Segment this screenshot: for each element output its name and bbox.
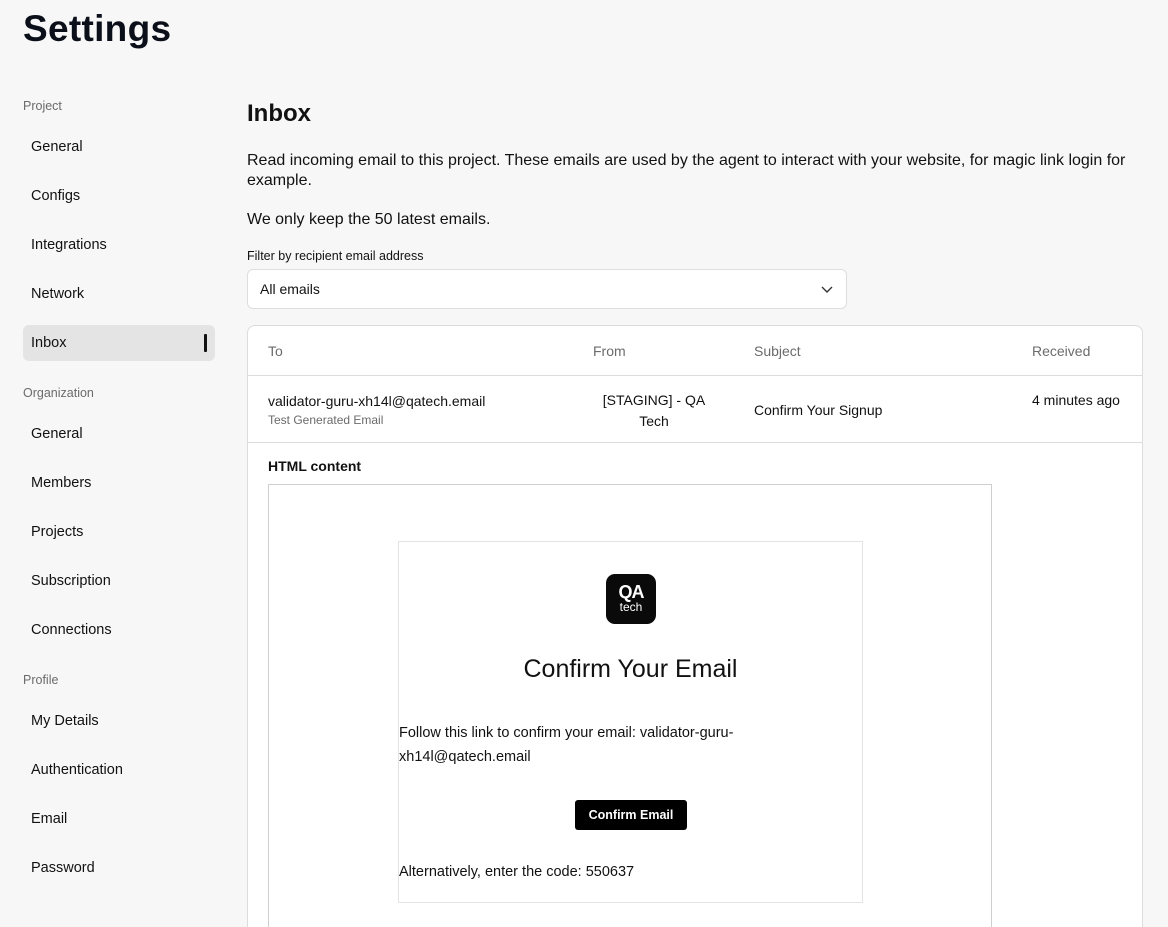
column-header-received: Received bbox=[1032, 343, 1091, 359]
row-received: 4 minutes ago bbox=[1032, 392, 1120, 408]
sidebar-group-organization: Organization General Members Projects Su… bbox=[23, 383, 215, 648]
row-subject: Confirm Your Signup bbox=[754, 402, 883, 418]
html-content-preview: QA tech Confirm Your Email Follow this l… bbox=[268, 484, 992, 927]
column-header-to: To bbox=[268, 343, 283, 359]
chevron-down-icon bbox=[821, 286, 833, 293]
settings-sidebar: Project General Configs Integrations Net… bbox=[23, 96, 215, 886]
sidebar-item-integrations[interactable]: Integrations bbox=[23, 227, 215, 263]
email-body-text: Follow this link to confirm your email: … bbox=[399, 725, 734, 765]
sidebar-item-org-general[interactable]: General bbox=[23, 416, 215, 452]
retention-note: We only keep the 50 latest emails. bbox=[247, 211, 491, 228]
sidebar-item-authentication[interactable]: Authentication bbox=[23, 752, 215, 788]
qa-tech-logo: QA tech bbox=[606, 574, 656, 624]
email-card: QA tech Confirm Your Email Follow this l… bbox=[398, 541, 863, 903]
row-from: [STAGING] - QA Tech bbox=[602, 392, 706, 429]
sidebar-item-email[interactable]: Email bbox=[23, 801, 215, 837]
sidebar-item-projects[interactable]: Projects bbox=[23, 514, 215, 550]
row-to-address: validator-guru-xh14l@qatech.email bbox=[268, 393, 486, 409]
filter-label: Filter by recipient email address bbox=[247, 249, 424, 263]
sidebar-item-password[interactable]: Password bbox=[23, 850, 215, 886]
email-table: To From Subject Received validator-guru-… bbox=[247, 325, 1143, 927]
inbox-description: Read incoming email to this project. The… bbox=[247, 152, 1126, 189]
page-title: Settings bbox=[23, 8, 172, 49]
section-label-profile: Profile bbox=[23, 673, 59, 687]
sidebar-item-configs[interactable]: Configs bbox=[23, 178, 215, 214]
logo-text-tech: tech bbox=[619, 600, 643, 614]
section-label-project: Project bbox=[23, 99, 62, 113]
sidebar-item-inbox[interactable]: Inbox bbox=[23, 325, 215, 361]
sidebar-item-network[interactable]: Network bbox=[23, 276, 215, 312]
recipient-filter-select[interactable]: All emails bbox=[247, 269, 847, 309]
email-code-text: Alternatively, enter the code: 550637 bbox=[399, 864, 635, 880]
sidebar-item-members[interactable]: Members bbox=[23, 465, 215, 501]
sidebar-item-project-general[interactable]: General bbox=[23, 129, 215, 165]
section-title: Inbox bbox=[247, 100, 311, 127]
sidebar-item-subscription[interactable]: Subscription bbox=[23, 563, 215, 599]
inbox-panel: Inbox Read incoming email to this projec… bbox=[247, 96, 1143, 309]
sidebar-item-connections[interactable]: Connections bbox=[23, 612, 215, 648]
sidebar-group-profile: Profile My Details Authentication Email … bbox=[23, 670, 215, 886]
column-header-from: From bbox=[593, 343, 626, 359]
logo-text-qa: QA bbox=[618, 582, 645, 602]
confirm-email-button[interactable]: Confirm Email bbox=[575, 800, 687, 830]
table-row[interactable]: validator-guru-xh14l@qatech.email Test G… bbox=[248, 376, 1142, 443]
email-heading: Confirm Your Email bbox=[523, 655, 738, 683]
row-to-subtitle: Test Generated Email bbox=[268, 413, 384, 427]
table-header: To From Subject Received bbox=[248, 326, 1142, 376]
column-header-subject: Subject bbox=[754, 343, 801, 359]
recipient-filter-value: All emails bbox=[260, 281, 320, 297]
html-content-label: HTML content bbox=[268, 458, 362, 474]
section-label-organization: Organization bbox=[23, 386, 94, 400]
sidebar-item-my-details[interactable]: My Details bbox=[23, 703, 215, 739]
sidebar-group-project: Project General Configs Integrations Net… bbox=[23, 96, 215, 361]
